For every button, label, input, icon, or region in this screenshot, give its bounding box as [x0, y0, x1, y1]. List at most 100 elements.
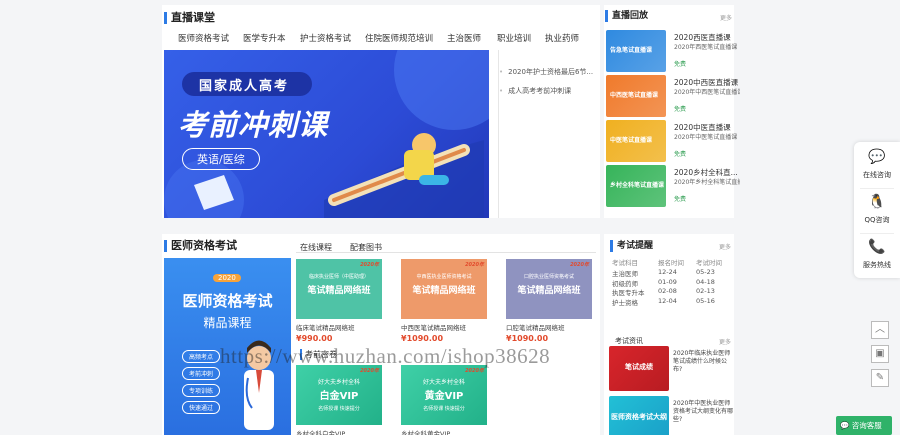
course-name[interactable]: 口腔笔试精品网络班	[506, 322, 596, 332]
exam-title: 医师资格考试	[164, 240, 237, 252]
replay-thumb-label: 乡村全科笔试直播课	[610, 182, 665, 189]
vip-card[interactable]: 2020年 好大夫乡村全科 黄金VIP 名师授课 快速提分 乡村全科黄金VIP	[401, 365, 491, 435]
course-image: 2020年 中西医执业医师资格考试 笔试精品网络班	[401, 259, 487, 319]
reminder-cell: 主治医师	[612, 270, 638, 278]
reminder-cell: 02-08	[658, 287, 677, 295]
side-button-label: QQ咨询	[864, 216, 890, 224]
live-tab[interactable]: 住院医师规范培训	[365, 32, 433, 44]
side-button[interactable]: 🐧 QQ咨询	[854, 193, 900, 225]
course-name[interactable]: 中西医笔试精品网络班	[401, 322, 491, 332]
live-tab[interactable]: 医学专升本	[243, 32, 286, 44]
news-thumb[interactable]: 医师资格考试大纲	[609, 396, 669, 435]
reminder-cell: 05-23	[696, 268, 715, 276]
course-image-title: 笔试精品网络班	[307, 286, 371, 296]
course-price: ¥1090.00	[506, 334, 549, 343]
banner-line2: 考前冲刺课	[178, 108, 329, 142]
replay-item-free: 免费	[674, 196, 687, 203]
course-image: 2020年 口腔执业医师资格考试 笔试精品网络班	[506, 259, 592, 319]
live-tab[interactable]: 执业药师	[545, 32, 579, 44]
live-tab[interactable]: 职业培训	[497, 32, 531, 44]
reminder-cell: 初级药师	[612, 279, 638, 288]
live-news-item[interactable]: 成人高考考前冲刺课	[499, 86, 571, 96]
course-image-title: 笔试精品网络班	[412, 286, 476, 296]
reminder-cell: 执医专升本	[612, 289, 645, 297]
course-image-top: 临床执业医师（中医助理）	[308, 274, 369, 280]
watermark-text: https://www.huzhan.com/ishop38628	[220, 344, 551, 368]
side-button-label: 服务热线	[863, 261, 891, 269]
replay-thumb[interactable]: 告急笔试直播课	[606, 30, 666, 72]
banner-line1: 国家成人高考	[199, 79, 290, 94]
reminder-cell: 04-18	[696, 277, 715, 286]
news-thumb-label: 医师资格考试大纲	[611, 413, 667, 421]
vip-title: 白金VIP	[319, 391, 359, 402]
side-button[interactable]: 💬 在线咨询	[854, 148, 900, 180]
replay-more-link[interactable]: 更多	[720, 13, 732, 22]
reminder-cell: 护士资格	[612, 298, 638, 307]
reminder-more-link[interactable]: 更多	[719, 242, 731, 251]
replay-item-free: 免费	[674, 106, 687, 113]
chat-service-label: 咨询客服	[851, 421, 882, 430]
chat-icon: 💬	[868, 149, 886, 165]
vip-card[interactable]: 2020年 好大夫乡村全科 白金VIP 名师授课 快速提分 乡村全科白金VIP	[296, 365, 386, 435]
chat-service-button[interactable]: 💬 咨询客服	[836, 416, 892, 435]
replay-thumb[interactable]: 中医笔试直播课	[606, 120, 666, 162]
reminder-cell: 01-09	[658, 277, 677, 286]
reminder-title: 考试提醒	[610, 240, 653, 252]
edit-icon[interactable]: ✎	[871, 369, 889, 387]
course-year-badge: 2020年	[360, 262, 379, 268]
replay-thumb[interactable]: 乡村全科笔试直播课	[606, 165, 666, 207]
side-button-label: 在线咨询	[863, 171, 891, 179]
reminder-header-cell: 考试时间	[696, 259, 722, 267]
replay-thumb-label: 中医笔试直播课	[610, 137, 653, 144]
live-section-title: 直播课堂	[164, 12, 215, 24]
reminder-cell: 12-24	[658, 268, 677, 276]
vip-name[interactable]: 乡村全科白金VIP	[296, 428, 386, 435]
vip-name[interactable]: 乡村全科黄金VIP	[401, 428, 491, 435]
qrcode-icon[interactable]: ▣	[871, 345, 889, 363]
course-price: ¥990.00	[296, 334, 333, 343]
replay-item-free: 免费	[674, 61, 687, 68]
news-thumb-label: 笔试成绩	[625, 363, 653, 371]
live-tab[interactable]: 主治医师	[447, 32, 481, 44]
replay-thumb[interactable]: 中西医笔试直播课	[606, 75, 666, 117]
replay-item-subtitle: 2020年乡村全科笔试直播课	[674, 179, 740, 186]
course-image-top: 口腔执业医师资格考试	[523, 274, 574, 280]
course-card[interactable]: 2020年 中西医执业医师资格考试 笔试精品网络班中西医笔试精品网络班 ¥1090.0…	[401, 259, 491, 343]
banner-line3: 英语/医综	[182, 148, 260, 170]
reminder-header-cell: 报名时间	[658, 259, 684, 267]
course-year-badge: 2020年	[570, 262, 589, 268]
course-year-badge: 2020年	[465, 262, 484, 268]
back-to-top-icon[interactable]: ︿	[871, 321, 889, 339]
side-divider	[860, 188, 894, 189]
side-divider	[860, 233, 894, 234]
vip-image: 2020年 好大夫乡村全科 白金VIP 名师授课 快速提分	[296, 365, 382, 425]
replay-item-subtitle: 2020年中医笔试直播课	[674, 134, 738, 141]
replay-thumb-label: 告急笔试直播课	[610, 47, 653, 54]
reminder-cell: 12-04	[658, 296, 677, 305]
news-item-text[interactable]: 2020年中医执业医师资格考试大纲变化有哪些?	[673, 400, 735, 424]
replay-thumb-label: 中西医笔试直播课	[610, 92, 659, 99]
replay-item-subtitle: 2020年西医笔试直播课	[674, 44, 738, 51]
reminder-cell: 02-13	[696, 287, 715, 295]
phone-icon: 📞	[868, 239, 886, 255]
live-tab[interactable]: 护士资格考试	[300, 32, 351, 44]
live-news-item[interactable]: 2020年护士资格最后6节...	[499, 67, 593, 77]
exam-tabs-underline	[296, 252, 596, 253]
live-tab[interactable]: 医师资格考试	[178, 32, 229, 44]
course-price: ¥1090.00	[401, 334, 444, 343]
reminder-header-cell: 考试科目	[612, 259, 638, 267]
side-button[interactable]: 📞 服务热线	[854, 238, 900, 270]
news-item-text[interactable]: 2020年临床执业医师笔试成绩什么时候公布?	[673, 350, 735, 374]
vip-top: 好大夫乡村全科	[317, 379, 360, 386]
live-banner[interactable]: 国家成人高考 考前冲刺课 英语/医综	[164, 50, 489, 218]
news-more-link[interactable]: 更多	[719, 337, 731, 346]
course-card[interactable]: 2020年临床执业医师（中医助理） 笔试精品网络班临床笔试精品网络班 ¥990.00	[296, 259, 386, 343]
course-name[interactable]: 临床笔试精品网络班	[296, 322, 386, 332]
chat-bubble-icon: 💬	[840, 421, 850, 430]
news-thumb[interactable]: 笔试成绩	[609, 346, 669, 391]
vip-sub: 名师授课 快速提分	[423, 406, 465, 412]
vip-top: 好大夫乡村全科	[422, 379, 465, 386]
course-card[interactable]: 2020年 口腔执业医师资格考试 笔试精品网络班 口腔笔试精品网络班 ¥1090.00	[506, 259, 596, 343]
replay-item-free: 免费	[674, 151, 687, 158]
news-title: 考试资讯	[615, 337, 643, 345]
